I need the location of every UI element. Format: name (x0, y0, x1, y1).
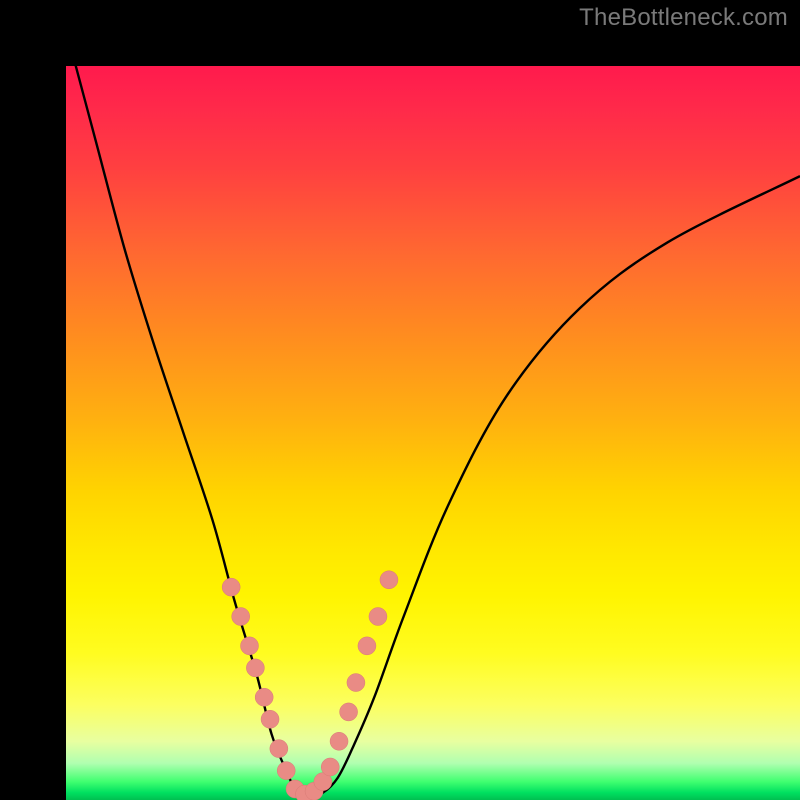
marker-dot (380, 571, 398, 589)
plot-area (66, 66, 800, 800)
marker-dot (347, 674, 365, 692)
marker-dot (246, 659, 264, 677)
marker-dot (255, 688, 273, 706)
marker-dot (340, 703, 358, 721)
marker-dot (241, 637, 259, 655)
marker-dot (330, 732, 348, 750)
marker-dot (358, 637, 376, 655)
chart-frame (0, 0, 800, 800)
bottleneck-curve (66, 66, 800, 796)
marker-dot (321, 758, 339, 776)
marker-dot (222, 578, 240, 596)
marker-dot (277, 762, 295, 780)
watermark-text: TheBottleneck.com (579, 4, 788, 32)
marker-dot (232, 608, 250, 626)
marker-dot (261, 710, 279, 728)
marker-group (222, 571, 398, 800)
chart-svg (66, 66, 800, 800)
marker-dot (270, 740, 288, 758)
marker-dot (369, 608, 387, 626)
